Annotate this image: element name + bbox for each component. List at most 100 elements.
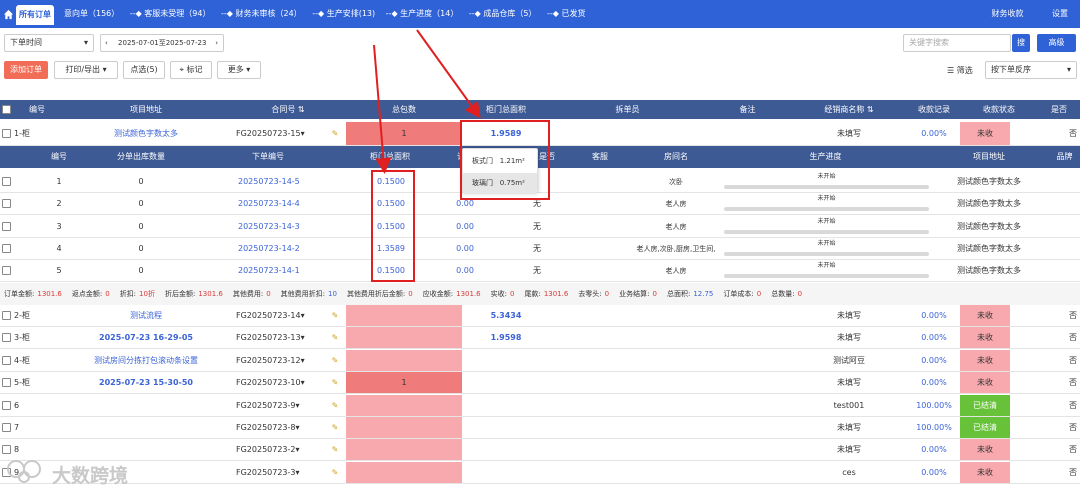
row-door-area[interactable] — [462, 439, 550, 460]
edit-icon[interactable]: ✎ — [328, 462, 342, 483]
row-contract[interactable]: FG20250723-12▾ — [236, 350, 326, 371]
row-door-area[interactable] — [462, 395, 550, 416]
row-checkbox[interactable] — [2, 355, 11, 365]
sub-row-code[interactable]: 20250723-14-1 — [238, 260, 352, 281]
select-all-checkbox[interactable] — [2, 105, 11, 114]
row-door-area[interactable]: 5.3434 — [462, 305, 550, 326]
row-receipt[interactable]: 100.00% — [908, 417, 960, 438]
row-receipt[interactable]: 0.00% — [908, 327, 960, 348]
sub-table-row[interactable]: 4 0 20250723-14-2 1.3589 0.00 无老人房,次卧,厨房,卫生间,… — [0, 238, 1080, 260]
row-address[interactable] — [62, 417, 230, 438]
row-checkbox[interactable] — [2, 378, 11, 388]
row-contract[interactable]: FG20250723-9▾ — [236, 395, 326, 416]
finance-receipt-link[interactable]: 财务收款 — [991, 9, 1023, 18]
row-address[interactable] — [62, 395, 230, 416]
step-production-progress[interactable]: --◆ 生产进度（14） — [386, 9, 459, 18]
row-contract[interactable]: FG20250723-15▾ — [236, 122, 326, 145]
row-address[interactable]: 测试流程 — [62, 305, 230, 326]
row-door-area[interactable]: 1.9598 — [462, 327, 550, 348]
point-select-button[interactable]: 点选(5) — [123, 61, 165, 79]
edit-icon[interactable]: ✎ — [328, 350, 342, 371]
table-row[interactable]: 2-柜 测试流程 FG20250723-14▾ ✎ 5.3434 未填写 0.00% 未收否 — [0, 305, 1080, 327]
sub-row-code[interactable]: 20250723-14-4 — [238, 193, 352, 214]
filter-toggle[interactable]: ☰ 筛选 — [947, 65, 973, 76]
row-receipt[interactable]: 100.00% — [908, 395, 960, 416]
print-export-button[interactable]: 打印/导出 ▾ — [54, 61, 118, 79]
sub-table-row[interactable]: 3 0 20250723-14-3 0.1500 0.00 无老人房 未开始 测试颜色字数太多 — [0, 216, 1080, 238]
time-type-select[interactable]: 下单时间 ▾ — [4, 34, 94, 52]
table-row[interactable]: 8 FG20250723-2▾ ✎ 未填写 0.00% 未收否 — [0, 439, 1080, 462]
table-row[interactable]: 9 FG20250723-3▾ ✎ ces 0.00% 未收否 — [0, 461, 1080, 484]
sub-row-code[interactable]: 20250723-14-2 — [238, 238, 352, 259]
row-receipt[interactable]: 0.00% — [908, 462, 960, 483]
edit-icon[interactable]: ✎ — [328, 395, 342, 416]
row-checkbox[interactable] — [2, 445, 11, 455]
row-contract[interactable]: FG20250723-10▾ — [236, 372, 326, 393]
edit-icon[interactable]: ✎ — [328, 372, 342, 393]
sub-row-code[interactable]: 20250723-14-3 — [238, 216, 352, 237]
step-finance-pending[interactable]: --◆ 财务未审核（24） — [221, 9, 302, 18]
row-no: 1-柜 — [14, 129, 30, 138]
tab-all-orders[interactable]: 所有订单 — [16, 5, 54, 25]
row-checkbox[interactable] — [2, 199, 11, 209]
row-address[interactable]: 2025-07-23 15-30-50 — [62, 372, 230, 393]
row-contract[interactable]: FG20250723-2▾ — [236, 439, 326, 460]
row-receipt[interactable]: 0.00% — [908, 372, 960, 393]
col-dealer[interactable]: 经销商名称 ⇅ — [790, 100, 908, 119]
row-address[interactable]: 测试颜色字数太多 — [62, 122, 230, 145]
row-door-area[interactable] — [462, 372, 550, 393]
row-address[interactable]: 测试房间分拣打包滚动条设置 — [62, 350, 230, 371]
next-date-icon[interactable]: › — [215, 35, 218, 51]
step-intention[interactable]: 意向单（156） — [64, 9, 119, 18]
step-cs-pending[interactable]: --◆ 客服未受理（94） — [130, 9, 211, 18]
row-checkbox[interactable] — [2, 266, 11, 276]
row-checkbox[interactable] — [2, 423, 11, 432]
edit-icon[interactable]: ✎ — [328, 305, 342, 326]
row-checkbox[interactable] — [2, 243, 11, 253]
row-contract[interactable]: FG20250723-8▾ — [236, 417, 326, 438]
step-shipped[interactable]: --◆ 已发货 — [547, 9, 585, 18]
home-icon[interactable] — [3, 9, 14, 20]
table-row[interactable]: 7 FG20250723-8▾ ✎ 未填写 100.00% 已结清否 — [0, 417, 1080, 439]
row-door-area[interactable] — [462, 462, 550, 483]
edit-icon[interactable]: ✎ — [328, 417, 342, 438]
table-row[interactable]: 6 FG20250723-9▾ ✎ test001 100.00% 已结清否 — [0, 394, 1080, 417]
row-address[interactable]: 2025-07-23 16-29-05 — [62, 327, 230, 348]
row-door-area[interactable] — [462, 350, 550, 371]
table-row[interactable]: 3-柜 2025-07-23 16-29-05 FG20250723-13▾ ✎ 1.9… — [0, 327, 1080, 350]
row-receipt[interactable]: 0.00% — [908, 439, 960, 460]
edit-icon[interactable]: ✎ — [328, 439, 342, 460]
row-checkbox[interactable] — [2, 129, 11, 138]
row-contract[interactable]: FG20250723-13▾ — [236, 327, 326, 348]
step-production-plan[interactable]: --◆ 生产安排(13) — [312, 9, 375, 18]
row-contract[interactable]: FG20250723-14▾ — [236, 305, 326, 326]
sort-select[interactable]: 按下单反序 ▾ — [985, 61, 1077, 79]
table-row[interactable]: 5-柜 2025-07-23 15-30-50 FG20250723-10▾ ✎ 1 未填… — [0, 372, 1080, 395]
row-checkbox[interactable] — [2, 400, 11, 410]
keyword-search-input[interactable]: 关键字搜索 — [903, 34, 1011, 52]
edit-icon[interactable]: ✎ — [328, 327, 342, 348]
row-checkbox[interactable] — [2, 177, 11, 186]
row-receipt[interactable]: 0.00% — [908, 122, 960, 145]
more-button[interactable]: 更多 ▾ — [217, 61, 261, 79]
date-range-picker[interactable]: ‹ 2025-07-01至2025-07-23 › — [100, 34, 224, 52]
prev-date-icon[interactable]: ‹ — [105, 39, 108, 47]
table-row[interactable]: 4-柜 测试房间分拣打包滚动条设置 FG20250723-12▾ ✎ 测试阿豆 0.00%… — [0, 349, 1080, 372]
advanced-search-button[interactable]: 高级 — [1037, 34, 1076, 52]
col-contract[interactable]: 合同号 ⇅ — [230, 100, 346, 119]
step-warehouse[interactable]: --◆ 成品仓库（5） — [469, 9, 537, 18]
row-checkbox[interactable] — [2, 333, 11, 343]
settings-link[interactable]: 设置 — [1052, 9, 1068, 18]
search-button[interactable]: 搜 — [1012, 34, 1030, 52]
sub-table-row[interactable]: 5 0 20250723-14-1 0.1500 0.00 无老人房 未开始 测试颜色字数太多 — [0, 260, 1080, 283]
row-contract[interactable]: FG20250723-3▾ — [236, 462, 326, 483]
row-receipt[interactable]: 0.00% — [908, 350, 960, 371]
row-checkbox[interactable] — [2, 311, 11, 320]
edit-icon[interactable]: ✎ — [328, 122, 342, 145]
row-receipt[interactable]: 0.00% — [908, 305, 960, 326]
sub-row-code[interactable]: 20250723-14-5 — [238, 171, 352, 192]
add-order-button[interactable]: 添加订单 — [4, 61, 48, 79]
row-checkbox[interactable] — [2, 221, 11, 231]
row-door-area[interactable] — [462, 417, 550, 438]
mark-button[interactable]: ⌖ 标记 — [170, 61, 212, 79]
